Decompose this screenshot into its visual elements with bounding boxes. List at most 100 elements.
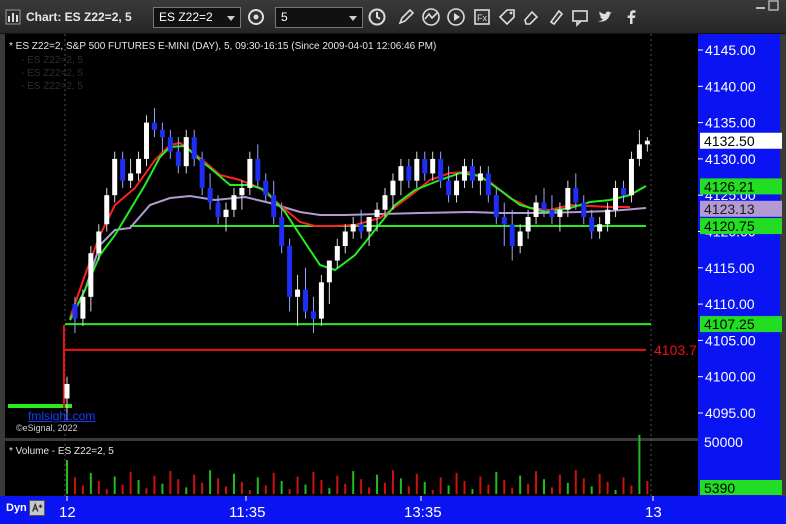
time-tick-label: 13:35	[404, 504, 442, 521]
volume-bar	[137, 480, 140, 494]
candle-body	[223, 209, 229, 217]
volume-bar	[384, 482, 386, 494]
candle-body	[151, 122, 157, 130]
volume-bar	[360, 479, 363, 494]
price-tick-label: 4100.00	[705, 369, 756, 385]
volume-bar	[638, 434, 641, 494]
volume-bar	[280, 481, 283, 494]
legend-entry[interactable]: - ES Z22=2, 5	[21, 55, 83, 66]
volume-bar	[256, 477, 259, 494]
horizontal-levels	[8, 225, 651, 408]
volume-bar	[463, 481, 466, 494]
candle-body	[255, 158, 261, 181]
candle-body	[318, 282, 324, 319]
candle-body	[239, 187, 245, 196]
volume-bar	[598, 473, 601, 494]
red-level-label: 4103.7	[654, 342, 697, 358]
candle-body	[446, 180, 452, 196]
price-tick-label: 4095.00	[705, 405, 756, 421]
candle-body	[605, 209, 611, 225]
volume-bar	[614, 490, 617, 494]
candle-body	[112, 158, 118, 196]
candle-body	[287, 246, 293, 297]
volume-bar	[232, 473, 235, 494]
legend-entry[interactable]: - ES Z22=2, 5	[21, 81, 83, 92]
candle-body	[493, 195, 499, 217]
volume-bar	[495, 472, 498, 494]
price-tag-label: 4132.50	[704, 133, 755, 149]
volume-bar	[431, 490, 434, 494]
candle-body	[144, 122, 149, 159]
candle-body	[454, 180, 460, 196]
price-tick-label: 4145.00	[705, 42, 756, 58]
time-tick-label: 12	[59, 504, 76, 521]
candle-body	[581, 202, 587, 217]
volume-bar	[121, 484, 124, 494]
candle-body	[557, 209, 563, 217]
candle-body	[517, 231, 523, 247]
candle-body	[406, 166, 412, 181]
candle-body	[613, 187, 619, 210]
price-tag-label: 4107.25	[704, 316, 755, 332]
volume-bar	[630, 485, 633, 494]
volume-bar	[296, 476, 299, 494]
candle-body	[167, 137, 173, 152]
volume-bar	[185, 487, 188, 494]
candle-body	[366, 216, 372, 232]
price-tick-label: 4110.00	[705, 296, 755, 312]
volume-bar	[566, 482, 569, 494]
volume-bar	[352, 471, 355, 494]
volume-bar	[543, 479, 545, 494]
candle-body	[64, 383, 70, 399]
candle-body	[589, 216, 595, 232]
candle-body	[104, 195, 110, 225]
volume-bar	[511, 488, 514, 494]
volume-bar	[73, 477, 76, 494]
candle-body	[136, 158, 142, 174]
volume-bar	[264, 485, 267, 494]
price-tick-label: 4115.00	[705, 260, 755, 276]
volume-header: * Volume - ES Z22=2, 5	[9, 446, 114, 457]
volume-bar	[66, 460, 68, 494]
legend-entry[interactable]: - ES Z22=2, 5	[21, 68, 83, 79]
price-tick-label: 4105.00	[705, 332, 756, 348]
candle-body	[573, 187, 579, 203]
candle-body	[462, 166, 467, 181]
volume-bar	[288, 489, 291, 494]
candle-body	[350, 224, 356, 232]
volume-bar	[81, 485, 84, 494]
volume-bar	[248, 490, 251, 494]
candle-body	[469, 166, 475, 181]
candle-body	[390, 180, 396, 196]
dyn-toggle-button[interactable]	[29, 500, 45, 516]
candle-body	[310, 311, 316, 319]
candle-body	[96, 231, 102, 254]
candle-body	[374, 209, 380, 217]
volume-bar	[487, 484, 490, 494]
candle-body	[533, 202, 539, 217]
candle-body	[80, 296, 86, 319]
candle-body	[382, 195, 388, 210]
candle-body	[644, 140, 650, 145]
volume-bar	[320, 480, 323, 494]
candle-body	[247, 158, 253, 188]
volume-bar	[217, 478, 220, 494]
price-tick-label: 4130.00	[705, 151, 756, 167]
volume-bar	[161, 483, 164, 494]
candle-body	[215, 202, 221, 217]
volume-bar	[368, 487, 371, 494]
volume-bar	[574, 470, 577, 494]
candle-body	[342, 231, 348, 247]
candle-body	[279, 216, 285, 247]
candle-body	[597, 224, 603, 232]
volume-bar	[177, 479, 180, 494]
candle-body	[477, 173, 483, 181]
volume-tag: 5390	[704, 480, 735, 496]
candle-body	[326, 260, 332, 283]
candle-body	[175, 151, 181, 167]
candle-body	[398, 166, 404, 181]
candle-body	[621, 187, 626, 196]
volume-bar	[153, 475, 156, 494]
price-tag-label: 4126.21	[704, 178, 755, 194]
volume-bar	[376, 474, 379, 494]
